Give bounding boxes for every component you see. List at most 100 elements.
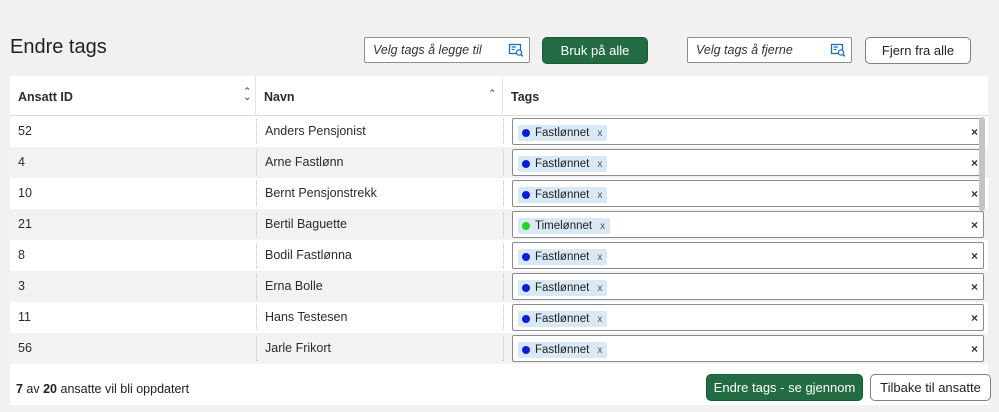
column-divider <box>256 119 257 144</box>
tags-field[interactable]: Fastlønnet x × <box>512 304 984 331</box>
tag-chip-label: Fastlønnet <box>535 344 590 356</box>
column-divider <box>503 181 504 206</box>
summary-separator: av <box>22 382 44 396</box>
employee-tags-table: Ansatt ID ⌃ ⌄ Navn ⌃ Tags 52 Anders Pensj… <box>10 76 988 405</box>
apply-to-all-button[interactable]: Bruk på alle <box>542 37 648 64</box>
table-header: Ansatt ID ⌃ ⌄ Navn ⌃ Tags <box>10 76 988 116</box>
tag-chip: Fastlønnet x <box>518 187 608 203</box>
tag-remove-button[interactable]: x <box>597 128 602 139</box>
tag-remove-button[interactable]: x <box>597 252 602 263</box>
summary-suffix: ansatte vil bli oppdatert <box>57 382 190 396</box>
tag-chip-label: Fastlønnet <box>535 189 590 201</box>
table-row: 10 Bernt Pensjonstrekk Fastlønnet x × <box>10 178 988 209</box>
column-divider <box>503 119 504 144</box>
back-to-employees-button[interactable]: Tilbake til ansatte <box>870 374 991 401</box>
tags-field[interactable]: Fastlønnet x × <box>512 149 984 176</box>
update-summary: 7 av 20 ansatte vil bli oppdatert <box>16 382 189 396</box>
tags-field[interactable]: Timelønnet x × <box>512 211 984 238</box>
tag-chip-label: Fastlønnet <box>535 313 590 325</box>
employee-id-cell: 21 <box>18 217 32 231</box>
tag-color-dot <box>522 284 530 292</box>
remove-tags-placeholder: Velg tags å fjerne <box>696 43 793 57</box>
column-divider <box>503 243 504 268</box>
tag-color-dot <box>522 191 530 199</box>
sort-both-icon: ⌃ ⌄ <box>243 86 251 102</box>
table-row: 56 Jarle Frikort Fastlønnet x × <box>10 333 988 364</box>
remove-tags-select[interactable]: Velg tags å fjerne <box>687 37 852 63</box>
tag-remove-button[interactable]: x <box>597 314 602 325</box>
clear-tags-button[interactable]: × <box>971 187 978 201</box>
column-header-label: Tags <box>511 90 540 104</box>
tag-chip-label: Timelønnet <box>535 220 593 232</box>
tag-remove-button[interactable]: x <box>597 345 602 356</box>
clear-tags-button[interactable]: × <box>971 156 978 170</box>
table-row: 8 Bodil Fastlønna Fastlønnet x × <box>10 240 988 271</box>
tag-color-dot <box>522 160 530 168</box>
tag-chip: Fastlønnet x <box>518 342 608 358</box>
tag-chip-label: Fastlønnet <box>535 282 590 294</box>
column-divider <box>256 150 257 175</box>
tag-remove-button[interactable]: x <box>600 221 605 232</box>
employee-name-cell: Bodil Fastlønna <box>265 248 352 262</box>
employee-name-cell: Anders Pensjonist <box>265 124 366 138</box>
column-header-employee-id[interactable]: Ansatt ID ⌃ ⌄ <box>10 76 256 116</box>
review-tag-changes-button[interactable]: Endre tags - se gjennom <box>706 374 863 401</box>
table-scrollbar[interactable] <box>979 117 985 211</box>
column-divider <box>256 274 257 299</box>
column-divider <box>503 336 504 361</box>
tags-field[interactable]: Fastlønnet x × <box>512 118 984 145</box>
table-row: 3 Erna Bolle Fastlønnet x × <box>10 271 988 302</box>
column-divider <box>256 212 257 237</box>
tag-chip-label: Fastlønnet <box>535 158 590 170</box>
employee-name-cell: Jarle Frikort <box>265 341 331 355</box>
table-row: 21 Bertil Baguette Timelønnet x × <box>10 209 988 240</box>
clear-tags-button[interactable]: × <box>971 218 978 232</box>
remove-from-all-button[interactable]: Fjern fra alle <box>865 37 971 64</box>
tags-field[interactable]: Fastlønnet x × <box>512 335 984 362</box>
tag-chip: Fastlønnet x <box>518 125 608 141</box>
tag-chip: Fastlønnet x <box>518 156 608 172</box>
employee-name-cell: Erna Bolle <box>265 279 323 293</box>
add-tags-placeholder: Velg tags å legge til <box>373 43 482 57</box>
column-header-name[interactable]: Navn ⌃ <box>256 76 503 116</box>
tag-chip: Fastlønnet x <box>518 280 608 296</box>
column-header-label: Ansatt ID <box>18 90 73 104</box>
tag-search-icon <box>508 43 524 57</box>
page-title: Endre tags <box>10 36 107 58</box>
table-row: 11 Hans Testesen Fastlønnet x × <box>10 302 988 333</box>
table-row: 4 Arne Fastlønn Fastlønnet x × <box>10 147 988 178</box>
tags-field[interactable]: Fastlønnet x × <box>512 242 984 269</box>
column-divider <box>256 243 257 268</box>
employee-id-cell: 3 <box>18 279 25 293</box>
employee-id-cell: 8 <box>18 248 25 262</box>
column-divider <box>503 212 504 237</box>
clear-tags-button[interactable]: × <box>971 280 978 294</box>
clear-tags-button[interactable]: × <box>971 342 978 356</box>
tag-color-dot <box>522 222 530 230</box>
tag-color-dot <box>522 346 530 354</box>
tag-remove-button[interactable]: x <box>597 159 602 170</box>
employee-id-cell: 11 <box>18 310 31 324</box>
employee-name-cell: Bertil Baguette <box>265 217 347 231</box>
tag-chip-label: Fastlønnet <box>535 251 590 263</box>
tag-chip: Fastlønnet x <box>518 249 608 265</box>
clear-tags-button[interactable]: × <box>971 249 978 263</box>
tag-remove-button[interactable]: x <box>597 283 602 294</box>
total-count: 20 <box>43 382 58 396</box>
add-tags-select[interactable]: Velg tags å legge til <box>364 37 530 63</box>
tags-field[interactable]: Fastlønnet x × <box>512 180 984 207</box>
employee-id-cell: 56 <box>18 341 32 355</box>
tag-search-icon <box>830 43 846 57</box>
table-body: 52 Anders Pensjonist Fastlønnet x × 4 Ar… <box>10 116 988 364</box>
clear-tags-button[interactable]: × <box>971 125 978 139</box>
tags-field[interactable]: Fastlønnet x × <box>512 273 984 300</box>
employee-id-cell: 52 <box>18 124 32 138</box>
tag-remove-button[interactable]: x <box>597 190 602 201</box>
tag-color-dot <box>522 315 530 323</box>
tag-chip: Timelønnet x <box>518 218 611 234</box>
tag-chip-label: Fastlønnet <box>535 127 590 139</box>
employee-id-cell: 4 <box>18 155 25 169</box>
clear-tags-button[interactable]: × <box>971 311 978 325</box>
column-divider <box>256 336 257 361</box>
tag-color-dot <box>522 253 530 261</box>
